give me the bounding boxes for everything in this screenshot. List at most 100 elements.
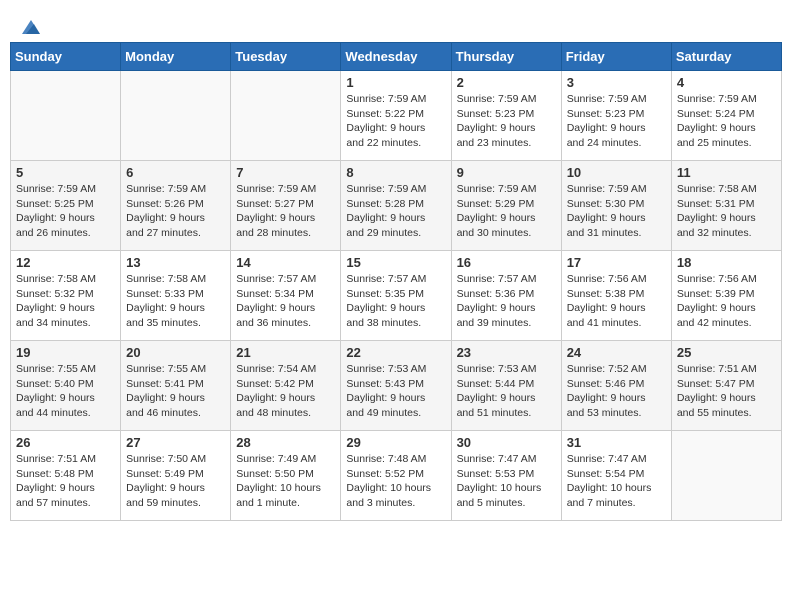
- calendar-week-row: 1 Sunrise: 7:59 AM Sunset: 5:22 PM Daylig…: [11, 71, 782, 161]
- day-number: 5: [16, 165, 115, 180]
- day-info: Sunrise: 7:55 AM Sunset: 5:41 PM Dayligh…: [126, 362, 225, 421]
- day-info: Sunrise: 7:59 AM Sunset: 5:27 PM Dayligh…: [236, 182, 335, 241]
- day-number: 2: [457, 75, 556, 90]
- day-number: 12: [16, 255, 115, 270]
- weekday-header-thursday: Thursday: [451, 43, 561, 71]
- calendar-table: SundayMondayTuesdayWednesdayThursdayFrid…: [10, 42, 782, 521]
- day-info: Sunrise: 7:58 AM Sunset: 5:33 PM Dayligh…: [126, 272, 225, 331]
- day-number: 27: [126, 435, 225, 450]
- day-number: 13: [126, 255, 225, 270]
- calendar-cell: 26Sunrise: 7:51 AM Sunset: 5:48 PM Dayli…: [11, 431, 121, 521]
- day-info: Sunrise: 7:49 AM Sunset: 5:50 PM Dayligh…: [236, 452, 335, 511]
- day-info: Sunrise: 7:57 AM Sunset: 5:35 PM Dayligh…: [346, 272, 445, 331]
- calendar-cell: 29 Sunrise: 7:48 AM Sunset: 5:52 PM Dayli…: [341, 431, 451, 521]
- page-header: [10, 10, 782, 42]
- calendar-week-row: 19 Sunrise: 7:55 AM Sunset: 5:40 PM Dayli…: [11, 341, 782, 431]
- day-number: 6: [126, 165, 225, 180]
- calendar-cell: 13 Sunrise: 7:58 AM Sunset: 5:33 PM Dayli…: [121, 251, 231, 341]
- calendar-cell: 14Sunrise: 7:57 AM Sunset: 5:34 PM Dayli…: [231, 251, 341, 341]
- day-info: Sunrise: 7:48 AM Sunset: 5:52 PM Dayligh…: [346, 452, 445, 511]
- day-number: 22: [346, 345, 445, 360]
- day-info: Sunrise: 7:50 AM Sunset: 5:49 PM Dayligh…: [126, 452, 225, 511]
- day-number: 20: [126, 345, 225, 360]
- calendar-cell: [121, 71, 231, 161]
- day-info: Sunrise: 7:59 AM Sunset: 5:29 PM Dayligh…: [457, 182, 556, 241]
- calendar-cell: 8Sunrise: 7:59 AM Sunset: 5:28 PM Daylig…: [341, 161, 451, 251]
- weekday-header-wednesday: Wednesday: [341, 43, 451, 71]
- calendar-header-row: SundayMondayTuesdayWednesdayThursdayFrid…: [11, 43, 782, 71]
- day-info: Sunrise: 7:47 AM Sunset: 5:53 PM Dayligh…: [457, 452, 556, 511]
- day-number: 30: [457, 435, 556, 450]
- weekday-header-saturday: Saturday: [671, 43, 781, 71]
- day-info: Sunrise: 7:53 AM Sunset: 5:44 PM Dayligh…: [457, 362, 556, 421]
- calendar-cell: 19 Sunrise: 7:55 AM Sunset: 5:40 PM Dayli…: [11, 341, 121, 431]
- calendar-cell: [671, 431, 781, 521]
- weekday-header-sunday: Sunday: [11, 43, 121, 71]
- day-number: 23: [457, 345, 556, 360]
- calendar-cell: 1 Sunrise: 7:59 AM Sunset: 5:22 PM Daylig…: [341, 71, 451, 161]
- day-info: Sunrise: 7:59 AM Sunset: 5:28 PM Dayligh…: [346, 182, 445, 241]
- day-number: 7: [236, 165, 335, 180]
- calendar-cell: 9Sunrise: 7:59 AM Sunset: 5:29 PM Daylig…: [451, 161, 561, 251]
- day-info: Sunrise: 7:58 AM Sunset: 5:31 PM Dayligh…: [677, 182, 776, 241]
- calendar-cell: 27 Sunrise: 7:50 AM Sunset: 5:49 PM Dayli…: [121, 431, 231, 521]
- logo-icon: [20, 18, 42, 36]
- calendar-cell: 4 Sunrise: 7:59 AM Sunset: 5:24 PM Daylig…: [671, 71, 781, 161]
- day-number: 15: [346, 255, 445, 270]
- day-number: 11: [677, 165, 776, 180]
- calendar-week-row: 26Sunrise: 7:51 AM Sunset: 5:48 PM Dayli…: [11, 431, 782, 521]
- day-number: 18: [677, 255, 776, 270]
- calendar-cell: 6 Sunrise: 7:59 AM Sunset: 5:26 PM Daylig…: [121, 161, 231, 251]
- calendar-cell: 15 Sunrise: 7:57 AM Sunset: 5:35 PM Dayli…: [341, 251, 451, 341]
- calendar-week-row: 12 Sunrise: 7:58 AM Sunset: 5:32 PM Dayli…: [11, 251, 782, 341]
- calendar-cell: 18 Sunrise: 7:56 AM Sunset: 5:39 PM Dayli…: [671, 251, 781, 341]
- calendar-cell: 3Sunrise: 7:59 AM Sunset: 5:23 PM Daylig…: [561, 71, 671, 161]
- day-number: 14: [236, 255, 335, 270]
- calendar-body: 1 Sunrise: 7:59 AM Sunset: 5:22 PM Daylig…: [11, 71, 782, 521]
- day-number: 3: [567, 75, 666, 90]
- logo: [20, 18, 42, 36]
- day-info: Sunrise: 7:53 AM Sunset: 5:43 PM Dayligh…: [346, 362, 445, 421]
- day-number: 10: [567, 165, 666, 180]
- weekday-header-tuesday: Tuesday: [231, 43, 341, 71]
- calendar-cell: 25 Sunrise: 7:51 AM Sunset: 5:47 PM Dayli…: [671, 341, 781, 431]
- day-number: 16: [457, 255, 556, 270]
- calendar-week-row: 5 Sunrise: 7:59 AM Sunset: 5:25 PM Daylig…: [11, 161, 782, 251]
- day-number: 21: [236, 345, 335, 360]
- calendar-cell: [11, 71, 121, 161]
- calendar-cell: 2 Sunrise: 7:59 AM Sunset: 5:23 PM Daylig…: [451, 71, 561, 161]
- calendar-cell: 24 Sunrise: 7:52 AM Sunset: 5:46 PM Dayli…: [561, 341, 671, 431]
- day-info: Sunrise: 7:51 AM Sunset: 5:47 PM Dayligh…: [677, 362, 776, 421]
- day-info: Sunrise: 7:59 AM Sunset: 5:24 PM Dayligh…: [677, 92, 776, 151]
- day-info: Sunrise: 7:56 AM Sunset: 5:39 PM Dayligh…: [677, 272, 776, 331]
- day-number: 25: [677, 345, 776, 360]
- day-number: 1: [346, 75, 445, 90]
- day-info: Sunrise: 7:54 AM Sunset: 5:42 PM Dayligh…: [236, 362, 335, 421]
- calendar-cell: 12 Sunrise: 7:58 AM Sunset: 5:32 PM Dayli…: [11, 251, 121, 341]
- calendar-cell: 20 Sunrise: 7:55 AM Sunset: 5:41 PM Dayli…: [121, 341, 231, 431]
- day-info: Sunrise: 7:59 AM Sunset: 5:23 PM Dayligh…: [457, 92, 556, 151]
- day-number: 24: [567, 345, 666, 360]
- day-info: Sunrise: 7:57 AM Sunset: 5:36 PM Dayligh…: [457, 272, 556, 331]
- day-info: Sunrise: 7:59 AM Sunset: 5:30 PM Dayligh…: [567, 182, 666, 241]
- day-number: 4: [677, 75, 776, 90]
- calendar-cell: 7 Sunrise: 7:59 AM Sunset: 5:27 PM Daylig…: [231, 161, 341, 251]
- calendar-cell: 23 Sunrise: 7:53 AM Sunset: 5:44 PM Dayli…: [451, 341, 561, 431]
- day-number: 17: [567, 255, 666, 270]
- day-info: Sunrise: 7:59 AM Sunset: 5:22 PM Dayligh…: [346, 92, 445, 151]
- calendar-cell: 21 Sunrise: 7:54 AM Sunset: 5:42 PM Dayli…: [231, 341, 341, 431]
- day-number: 19: [16, 345, 115, 360]
- calendar-cell: 5 Sunrise: 7:59 AM Sunset: 5:25 PM Daylig…: [11, 161, 121, 251]
- day-info: Sunrise: 7:55 AM Sunset: 5:40 PM Dayligh…: [16, 362, 115, 421]
- day-info: Sunrise: 7:47 AM Sunset: 5:54 PM Dayligh…: [567, 452, 666, 511]
- day-info: Sunrise: 7:56 AM Sunset: 5:38 PM Dayligh…: [567, 272, 666, 331]
- day-info: Sunrise: 7:58 AM Sunset: 5:32 PM Dayligh…: [16, 272, 115, 331]
- calendar-cell: 30 Sunrise: 7:47 AM Sunset: 5:53 PM Dayli…: [451, 431, 561, 521]
- day-info: Sunrise: 7:52 AM Sunset: 5:46 PM Dayligh…: [567, 362, 666, 421]
- day-number: 26: [16, 435, 115, 450]
- weekday-header-monday: Monday: [121, 43, 231, 71]
- day-info: Sunrise: 7:59 AM Sunset: 5:26 PM Dayligh…: [126, 182, 225, 241]
- calendar-cell: 31Sunrise: 7:47 AM Sunset: 5:54 PM Dayli…: [561, 431, 671, 521]
- day-number: 29: [346, 435, 445, 450]
- day-info: Sunrise: 7:59 AM Sunset: 5:25 PM Dayligh…: [16, 182, 115, 241]
